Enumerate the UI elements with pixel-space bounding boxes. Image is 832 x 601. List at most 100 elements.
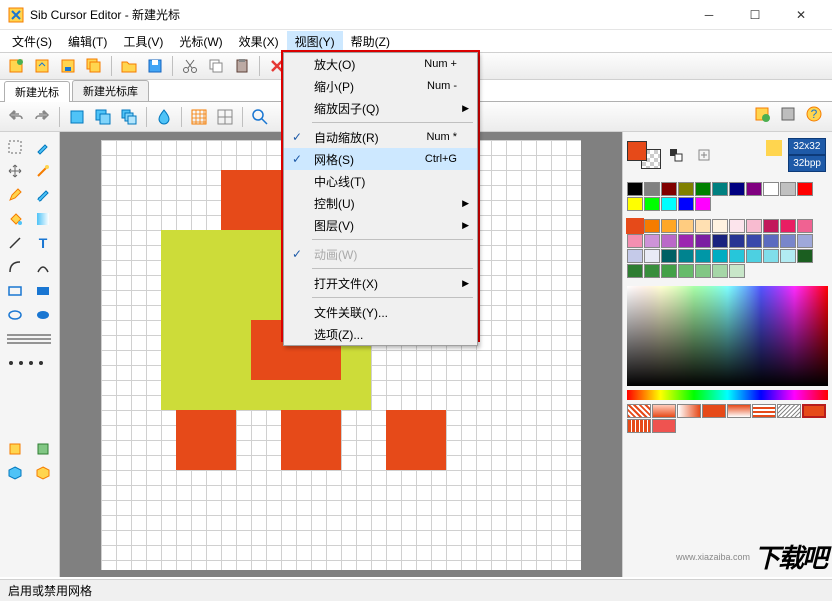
texture-swatch[interactable] bbox=[752, 404, 776, 418]
menu-help[interactable]: 帮助(Z) bbox=[343, 31, 398, 52]
pencil-icon[interactable] bbox=[2, 184, 28, 206]
texture-swatch[interactable] bbox=[652, 404, 676, 418]
color-swatch[interactable] bbox=[678, 197, 694, 211]
rect-icon[interactable] bbox=[2, 280, 28, 302]
menu-item[interactable]: 缩小(P)Num - bbox=[284, 75, 477, 97]
color-swatch[interactable] bbox=[780, 219, 796, 233]
color-swatch[interactable] bbox=[627, 264, 643, 278]
color-swatch[interactable] bbox=[661, 182, 677, 196]
layer1-icon[interactable] bbox=[65, 105, 89, 129]
menu-item[interactable]: 中心线(T) bbox=[284, 170, 477, 192]
cut-icon[interactable] bbox=[178, 54, 202, 78]
color-swatch[interactable] bbox=[678, 219, 694, 233]
texture-swatch[interactable] bbox=[727, 404, 751, 418]
del-size-icon[interactable] bbox=[776, 102, 800, 126]
color-swatch[interactable] bbox=[661, 197, 677, 211]
color-swatch[interactable] bbox=[695, 219, 711, 233]
paste-icon[interactable] bbox=[230, 54, 254, 78]
color-swatch[interactable] bbox=[627, 234, 643, 248]
color-swatch[interactable] bbox=[712, 219, 728, 233]
color-swatch[interactable] bbox=[712, 234, 728, 248]
color-swatch[interactable] bbox=[712, 264, 728, 278]
color-swatch[interactable] bbox=[644, 197, 660, 211]
color-swatch[interactable] bbox=[746, 182, 762, 196]
grid-icon[interactable] bbox=[187, 105, 211, 129]
menu-item[interactable]: 图层(V)▶ bbox=[284, 214, 477, 236]
text-icon[interactable]: T bbox=[30, 232, 56, 254]
menu-file[interactable]: 文件(S) bbox=[4, 31, 60, 52]
color-swatch[interactable] bbox=[661, 249, 677, 263]
color-swatch[interactable] bbox=[746, 219, 762, 233]
color-swatch[interactable] bbox=[729, 234, 745, 248]
arc-icon[interactable] bbox=[30, 256, 56, 278]
size-list[interactable]: 32x32 32bpp bbox=[762, 136, 828, 174]
color-swatch[interactable] bbox=[678, 182, 694, 196]
layer2-icon[interactable] bbox=[91, 105, 115, 129]
drop-icon[interactable] bbox=[152, 105, 176, 129]
color-swatch[interactable] bbox=[678, 249, 694, 263]
hue-slider[interactable] bbox=[627, 390, 828, 400]
color-swatch[interactable] bbox=[627, 197, 643, 211]
color-swatch[interactable] bbox=[678, 264, 694, 278]
color-swatch[interactable] bbox=[729, 219, 745, 233]
color-swatch[interactable] bbox=[678, 234, 694, 248]
folder-icon[interactable] bbox=[117, 54, 141, 78]
center-icon[interactable] bbox=[213, 105, 237, 129]
help-icon[interactable]: ? bbox=[802, 102, 826, 126]
color-swatch[interactable] bbox=[644, 234, 660, 248]
cube2-icon[interactable] bbox=[30, 462, 56, 484]
menu-item[interactable]: 缩放因子(Q)▶ bbox=[284, 97, 477, 119]
menu-view[interactable]: 视图(Y) bbox=[287, 31, 343, 52]
color-swatch[interactable] bbox=[763, 234, 779, 248]
menu-effects[interactable]: 效果(X) bbox=[231, 31, 287, 52]
layer3-icon[interactable] bbox=[117, 105, 141, 129]
color-swatch[interactable] bbox=[644, 182, 660, 196]
curve-icon[interactable] bbox=[2, 256, 28, 278]
line-icon[interactable] bbox=[2, 232, 28, 254]
menu-item[interactable]: ✓网格(S)Ctrl+G bbox=[284, 148, 477, 170]
brush-icon[interactable] bbox=[30, 184, 56, 206]
save-icon[interactable] bbox=[56, 54, 80, 78]
disk-icon[interactable] bbox=[143, 54, 167, 78]
undo-icon[interactable] bbox=[4, 105, 28, 129]
texture-swatch[interactable] bbox=[677, 404, 701, 418]
texture-swatch[interactable] bbox=[802, 404, 826, 418]
zoom-icon[interactable] bbox=[248, 105, 272, 129]
eyedropper-icon[interactable] bbox=[30, 136, 56, 158]
texture-swatch[interactable] bbox=[627, 419, 651, 433]
menu-item[interactable]: 放大(O)Num + bbox=[284, 53, 477, 75]
menu-tools[interactable]: 工具(V) bbox=[115, 31, 171, 52]
color-swatch[interactable] bbox=[780, 234, 796, 248]
tab-new-cursor[interactable]: 新建光标 bbox=[4, 81, 70, 102]
open-icon[interactable] bbox=[30, 54, 54, 78]
copy-icon[interactable] bbox=[204, 54, 228, 78]
color-swatch[interactable] bbox=[729, 264, 745, 278]
redo-icon[interactable] bbox=[30, 105, 54, 129]
color-swatch[interactable] bbox=[644, 249, 660, 263]
color-swatch[interactable] bbox=[695, 197, 711, 211]
maximize-button[interactable]: ☐ bbox=[732, 0, 778, 30]
texture-swatch[interactable] bbox=[627, 404, 651, 418]
saveall-icon[interactable] bbox=[82, 54, 106, 78]
color-swatch[interactable] bbox=[780, 249, 796, 263]
texture-swatch[interactable] bbox=[652, 419, 676, 433]
select-rect-icon[interactable] bbox=[2, 136, 28, 158]
fg-bg-swatch[interactable] bbox=[627, 141, 661, 169]
color-swatch[interactable] bbox=[763, 219, 779, 233]
color-swatch[interactable] bbox=[746, 234, 762, 248]
move-icon[interactable] bbox=[2, 160, 28, 182]
add-size-icon[interactable] bbox=[750, 102, 774, 126]
color-swatch[interactable] bbox=[797, 182, 813, 196]
color-swatch[interactable] bbox=[712, 249, 728, 263]
fillrect-icon[interactable] bbox=[30, 280, 56, 302]
color-swatch[interactable] bbox=[695, 234, 711, 248]
color-swatch[interactable] bbox=[644, 219, 660, 233]
color-swatch[interactable] bbox=[627, 182, 643, 196]
menu-item[interactable]: 打开文件(X)▶ bbox=[284, 272, 477, 294]
tab-new-cursor-lib[interactable]: 新建光标库 bbox=[72, 80, 149, 101]
color-swatch[interactable] bbox=[695, 182, 711, 196]
color-swatch[interactable] bbox=[644, 264, 660, 278]
swap-colors-icon[interactable] bbox=[663, 144, 689, 166]
color-swatch[interactable] bbox=[797, 249, 813, 263]
linewidth-icon[interactable] bbox=[2, 328, 56, 350]
